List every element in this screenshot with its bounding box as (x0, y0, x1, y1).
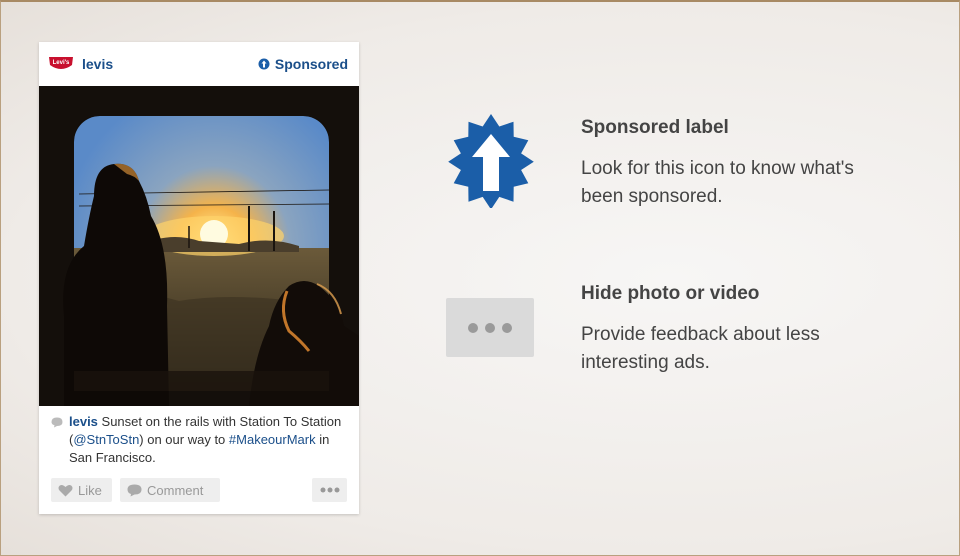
ellipsis-icon (320, 487, 339, 493)
sponsored-text: Sponsored (274, 56, 348, 72)
feature-title: Hide photo or video (581, 283, 760, 304)
like-button[interactable]: Like (51, 478, 112, 502)
speech-bubble-icon (51, 417, 63, 428)
more-options-button[interactable] (312, 478, 347, 502)
feature-sponsored-label: Sponsored label Look for this icon to kn… (581, 117, 881, 211)
levis-logo-icon[interactable]: Levi's (48, 56, 74, 72)
post-caption: levis Sunset on the rails with Station T… (51, 413, 351, 467)
caption-username[interactable]: levis (69, 414, 98, 429)
post-photo[interactable] (39, 86, 359, 406)
more-options-icon (446, 298, 534, 357)
comment-label: Comment (147, 482, 204, 498)
svg-text:Levi's: Levi's (53, 60, 70, 66)
feature-description: Provide feedback about less interesting … (581, 324, 820, 373)
like-label: Like (78, 482, 102, 498)
post-header: Levi's levis Sponsored (39, 42, 359, 86)
post-action-bar: Like Comment (51, 478, 347, 502)
sponsored-label[interactable]: Sponsored (258, 56, 348, 72)
caption-mention[interactable]: @StnToStn (73, 432, 139, 447)
sponsored-post-card: Levi's levis Sponsored levis Sunset on t… (39, 42, 359, 514)
sponsored-badge-icon (258, 58, 270, 70)
feature-title: Sponsored label (581, 117, 729, 138)
heart-icon (58, 484, 73, 496)
feature-hide-photo: Hide photo or video Provide feedback abo… (581, 283, 881, 377)
comment-icon (127, 484, 142, 496)
caption-hashtag[interactable]: #MakeourMark (229, 432, 316, 447)
caption-text-2: ) on our way to (139, 432, 229, 447)
sponsored-badge-icon (448, 114, 534, 208)
feature-description: Look for this icon to know what's been s… (581, 158, 854, 207)
post-author[interactable]: levis (82, 56, 113, 72)
comment-button[interactable]: Comment (120, 478, 220, 502)
